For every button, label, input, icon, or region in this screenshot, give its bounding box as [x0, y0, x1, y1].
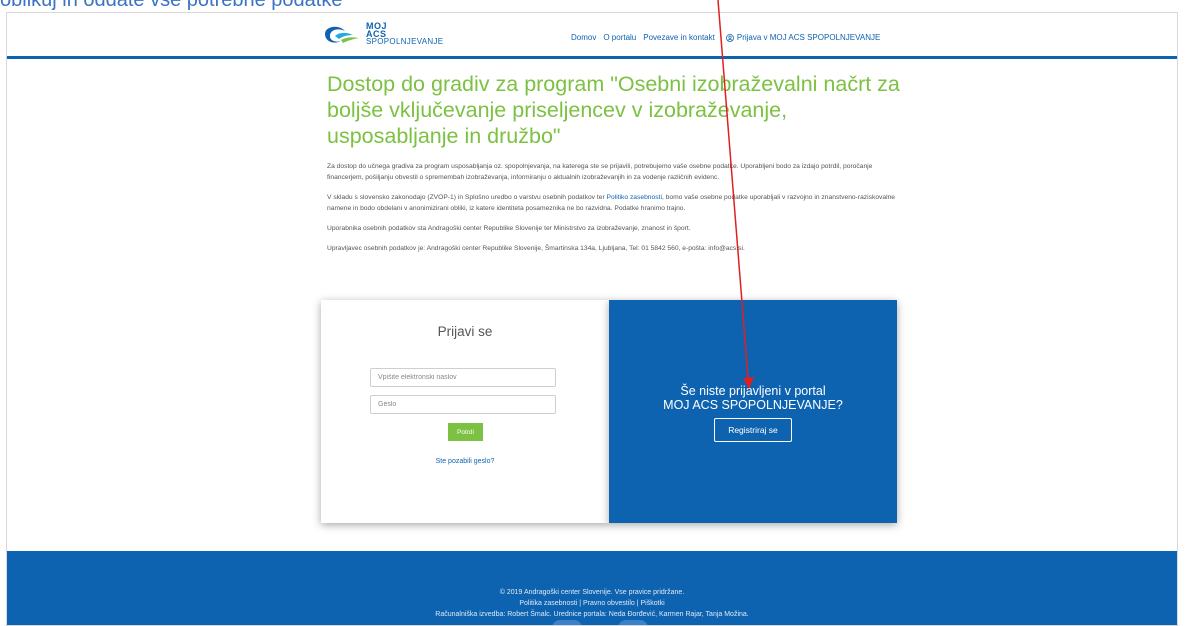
privacy-policy-link[interactable]: Politiko zasebnosti	[607, 194, 662, 201]
privacy-paragraph: V skladu s slovensko zakonodajo (ZVOP-1)…	[327, 192, 907, 214]
password-input[interactable]	[370, 395, 556, 414]
site-footer: © 2019 Andragoški center Slovenije. Vse …	[7, 551, 1177, 625]
main-nav: Domov O portalu Povezave in kontakt Prij…	[571, 33, 880, 42]
user-icon	[725, 33, 734, 42]
register-prompt-line2: MOJ ACS SPOPOLNJEVANJE?	[663, 398, 843, 412]
page-title: Dostop do gradiv za program "Osebni izob…	[327, 72, 900, 148]
forgot-password-link[interactable]: Ste pozabili geslo?	[321, 458, 609, 465]
footer-logos	[552, 620, 648, 625]
nav-login[interactable]: Prijava v MOJ ACS SPOPOLNJEVANJE	[725, 33, 881, 42]
register-panel: Še niste prijavljeni v portal MOJ ACS SP…	[609, 300, 897, 523]
data-users-paragraph: Uporabnika osebnih podatkov sta Andragoš…	[327, 225, 691, 232]
register-prompt: Še niste prijavljeni v portal MOJ ACS SP…	[609, 384, 897, 412]
nav-links-contact[interactable]: Povezave in kontakt	[643, 33, 715, 42]
nav-login-label: Prijava v MOJ ACS SPOPOLNJEVANJE	[736, 33, 881, 42]
caption-text: oblikuj in oddate vse potrebne podatke	[0, 0, 343, 11]
privacy-text-before: V skladu s slovensko zakonodajo (ZVOP-1)…	[327, 194, 607, 201]
site-header: MOJ ACS SPOPOLNJEVANJE Domov O portalu P…	[7, 13, 1177, 59]
register-button[interactable]: Registriraj se	[714, 418, 792, 442]
login-title: Prijavi se	[437, 324, 493, 339]
site-logo[interactable]: MOJ ACS SPOPOLNJEVANJE	[321, 22, 443, 46]
confirm-button[interactable]: Potrdi	[448, 423, 483, 441]
logo-line3: SPOPOLNJEVANJE	[366, 37, 444, 46]
footer-credits: Računalniška izvedba: Robert Šmalc. Ured…	[435, 611, 749, 618]
footer-copyright: © 2019 Andragoški center Slovenije. Vse …	[499, 589, 685, 596]
register-prompt-line1: Še niste prijavljeni v portal	[680, 384, 826, 398]
main-content: Dostop do gradiv za program "Osebni izob…	[327, 71, 907, 254]
footer-policy-links[interactable]: Politika zasebnosti | Pravno obvestilo |…	[7, 598, 1177, 609]
nav-home[interactable]: Domov	[571, 33, 596, 42]
partner-logo-icon	[552, 620, 582, 625]
email-input[interactable]	[370, 368, 556, 387]
login-panel: Prijavi se Potrdi Ste pozabili geslo?	[321, 300, 609, 523]
ministry-logo-icon	[618, 620, 648, 625]
browser-page: MOJ ACS SPOPOLNJEVANJE Domov O portalu P…	[6, 12, 1178, 626]
intro-paragraph: Za dostop do učnega gradiva za program u…	[327, 163, 873, 181]
acs-logo-icon	[325, 26, 359, 43]
data-controller-paragraph: Upravljavec osebnih podatkov je: Andrago…	[327, 245, 745, 252]
nav-about[interactable]: O portalu	[603, 33, 636, 42]
